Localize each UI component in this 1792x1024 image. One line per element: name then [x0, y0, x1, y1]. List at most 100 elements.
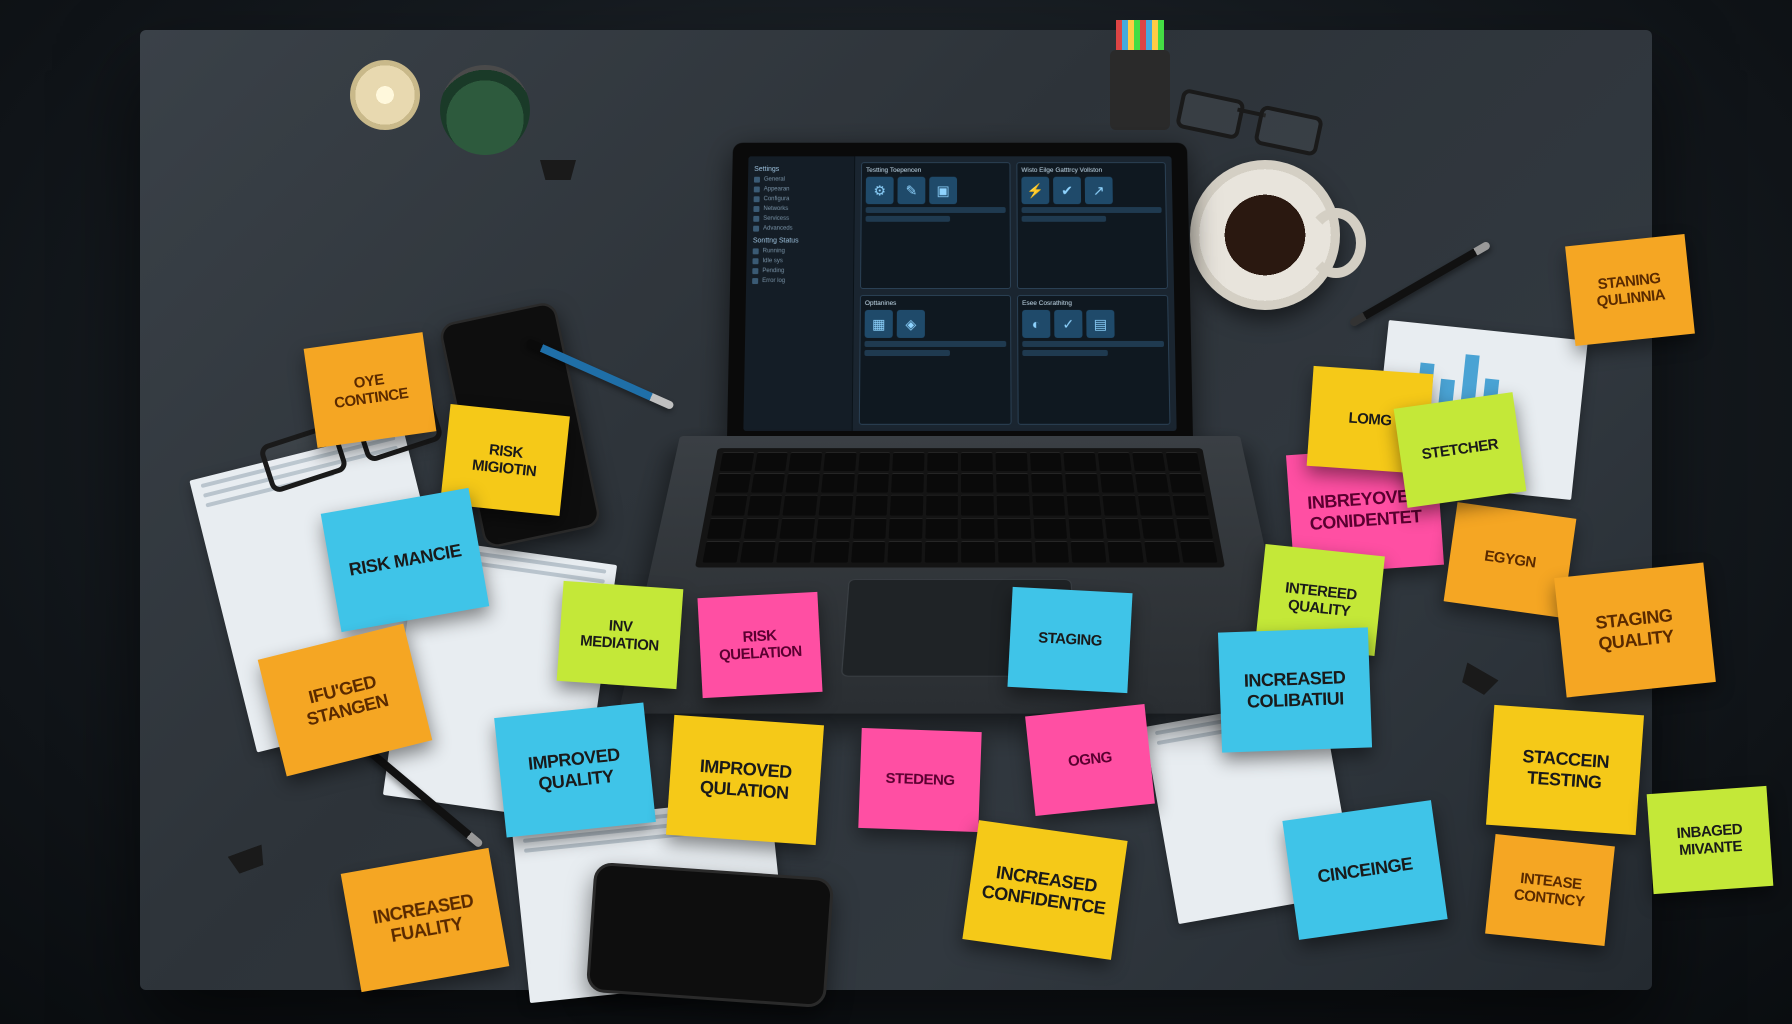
bullet-icon: [753, 248, 759, 254]
keyboard-key[interactable]: [996, 452, 1028, 471]
keyboard-key[interactable]: [789, 452, 823, 471]
dashboard-panel[interactable]: Testting Toepencen⚙✎▣: [860, 162, 1011, 289]
panel-tile-icon[interactable]: ▤: [1086, 310, 1114, 338]
keyboard-key[interactable]: [707, 518, 744, 539]
keyboard-key[interactable]: [852, 518, 886, 539]
keyboard-key[interactable]: [814, 541, 849, 563]
dashboard-panel[interactable]: Esee Cosrathitng◐✓▤: [1017, 295, 1170, 425]
keyboard-key[interactable]: [1100, 473, 1134, 493]
keyboard-key[interactable]: [751, 473, 786, 493]
keyboard-key[interactable]: [786, 473, 820, 493]
keyboard-key[interactable]: [715, 473, 750, 493]
keyboard-key[interactable]: [856, 473, 889, 493]
panel-tile-icon[interactable]: ◈: [897, 310, 925, 338]
keyboard-key[interactable]: [719, 452, 754, 471]
keyboard-key[interactable]: [888, 541, 922, 563]
keyboard-key[interactable]: [962, 541, 996, 563]
keyboard-key[interactable]: [816, 518, 851, 539]
keyboard-key[interactable]: [1138, 495, 1173, 515]
keyboard-key[interactable]: [892, 452, 924, 471]
keyboard-key[interactable]: [1166, 452, 1201, 471]
keyboard-key[interactable]: [926, 495, 959, 515]
sidebar-item[interactable]: Advanceds: [753, 224, 848, 234]
keyboard-key[interactable]: [819, 495, 853, 515]
keyboard-key[interactable]: [1105, 518, 1140, 539]
keyboard-key[interactable]: [996, 473, 1029, 493]
panel-tile-icon[interactable]: ▦: [865, 310, 893, 338]
keyboard-key[interactable]: [1033, 518, 1067, 539]
keyboard-key[interactable]: [823, 452, 856, 471]
keyboard-key[interactable]: [711, 495, 747, 515]
keyboard-key[interactable]: [1071, 541, 1106, 563]
panel-tile-icon[interactable]: ◐: [1022, 310, 1050, 338]
keyboard-key[interactable]: [1031, 473, 1064, 493]
sidebar-item[interactable]: Networks: [753, 204, 847, 214]
keyboard-key[interactable]: [858, 452, 891, 471]
keyboard-key[interactable]: [1035, 541, 1070, 563]
keyboard-key[interactable]: [1173, 495, 1209, 515]
keyboard-key[interactable]: [854, 495, 888, 515]
keyboard-key[interactable]: [962, 473, 994, 493]
keyboard-key[interactable]: [780, 518, 815, 539]
keyboard-key[interactable]: [1064, 452, 1097, 471]
keyboard-key[interactable]: [1177, 518, 1214, 539]
keyboard-key[interactable]: [1102, 495, 1137, 515]
keyboard-key[interactable]: [1067, 495, 1101, 515]
keyboard-key[interactable]: [821, 473, 855, 493]
keyboard-key[interactable]: [927, 452, 959, 471]
keyboard-key[interactable]: [1032, 495, 1066, 515]
keyboard-key[interactable]: [743, 518, 779, 539]
keyboard-key[interactable]: [1141, 518, 1177, 539]
keyboard-key[interactable]: [851, 541, 886, 563]
sidebar-item[interactable]: Pending: [752, 266, 847, 276]
sticky-note: INBAGED MIVANTE: [1647, 786, 1774, 894]
keyboard-key[interactable]: [1169, 473, 1204, 493]
panel-tile-icon[interactable]: ⚙: [866, 177, 894, 204]
bullet-icon: [753, 206, 759, 212]
sidebar-item[interactable]: Servicess: [753, 214, 848, 224]
keyboard-key[interactable]: [890, 495, 923, 515]
keyboard-key[interactable]: [889, 518, 923, 539]
keyboard-key[interactable]: [1180, 541, 1217, 563]
keyboard-key[interactable]: [702, 541, 739, 563]
panel-tile-icon[interactable]: ↗: [1085, 177, 1113, 204]
keyboard-key[interactable]: [1030, 452, 1063, 471]
sidebar-item[interactable]: Configura: [754, 194, 848, 204]
keyboard-key[interactable]: [747, 495, 782, 515]
keyboard-key[interactable]: [891, 473, 924, 493]
panel-tile-icon[interactable]: ✔: [1053, 177, 1081, 204]
keyboard-key[interactable]: [962, 495, 995, 515]
panel-tile-icon[interactable]: ⚡: [1021, 177, 1049, 204]
keyboard-key[interactable]: [1144, 541, 1181, 563]
dashboard-panel[interactable]: Wisto Eilge Gatttrcy Vollston⚡✔↗: [1016, 162, 1168, 289]
panel-tile-icon[interactable]: ✓: [1054, 310, 1082, 338]
keyboard-key[interactable]: [962, 452, 994, 471]
keyboard-key[interactable]: [998, 541, 1032, 563]
sidebar-item[interactable]: Error log: [752, 276, 847, 286]
keyboard-key[interactable]: [740, 541, 777, 563]
keyboard-key[interactable]: [1135, 473, 1170, 493]
sidebar-item[interactable]: Running: [753, 246, 848, 256]
keyboard-key[interactable]: [962, 518, 995, 539]
panel-tile-icon[interactable]: ▣: [929, 177, 957, 204]
keyboard-key[interactable]: [754, 452, 788, 471]
dashboard-panel[interactable]: Opttanines▦◈: [859, 295, 1012, 425]
dashboard-app[interactable]: Settings GeneralAppearanConfiguraNetwork…: [743, 156, 1176, 431]
keyboard[interactable]: [695, 448, 1225, 567]
keyboard-key[interactable]: [783, 495, 818, 515]
sidebar-item[interactable]: Idle sys: [752, 256, 847, 266]
keyboard-key[interactable]: [1132, 452, 1166, 471]
keyboard-key[interactable]: [925, 541, 959, 563]
panel-tile-icon[interactable]: ✎: [897, 177, 925, 204]
keyboard-key[interactable]: [1069, 518, 1104, 539]
keyboard-key[interactable]: [926, 473, 958, 493]
keyboard-key[interactable]: [997, 495, 1030, 515]
keyboard-key[interactable]: [1065, 473, 1099, 493]
keyboard-key[interactable]: [1107, 541, 1143, 563]
keyboard-key[interactable]: [777, 541, 813, 563]
sidebar-item[interactable]: General: [754, 175, 848, 185]
keyboard-key[interactable]: [1098, 452, 1132, 471]
sidebar-item[interactable]: Appearan: [754, 185, 848, 195]
keyboard-key[interactable]: [925, 518, 958, 539]
keyboard-key[interactable]: [997, 518, 1031, 539]
